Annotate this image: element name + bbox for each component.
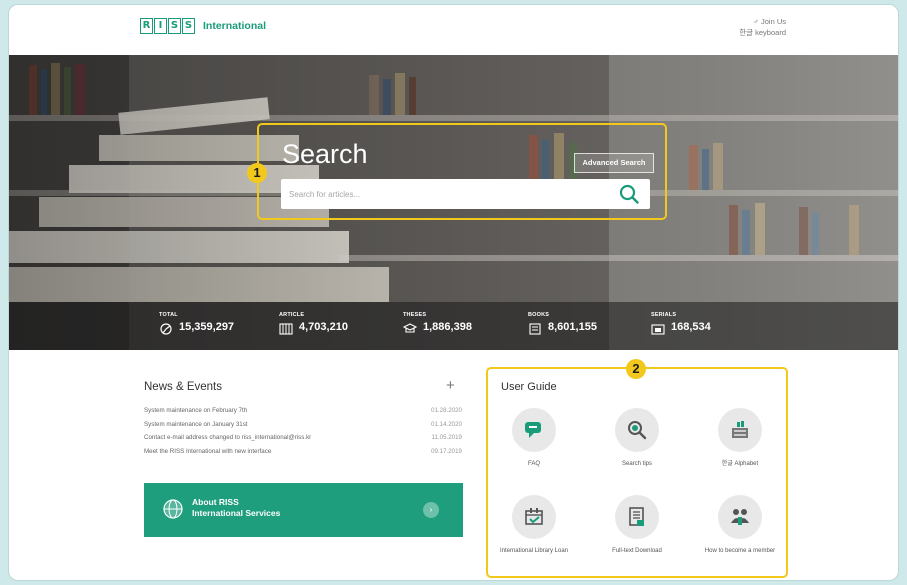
search-button[interactable] [618, 183, 640, 205]
alphabet-icon [732, 421, 748, 438]
about-riss-banner[interactable]: About RISS International Services › [144, 483, 463, 537]
news-item[interactable]: Meet the RISS International with new int… [144, 448, 462, 462]
about-text: About RISS International Services [192, 497, 280, 519]
guide-item-library-loan[interactable]: International Library Loan [489, 495, 579, 555]
keyboard-link[interactable]: 한글 keyboard [739, 27, 786, 38]
guide-label: Full-text Download [612, 548, 662, 554]
top-links: ♂ Join Us 한글 keyboard [739, 16, 786, 38]
join-us-link[interactable]: ♂ Join Us [739, 16, 786, 27]
riss-logo[interactable]: R I S S International [140, 18, 266, 34]
news-item-date: 01.28.2020 [431, 407, 462, 414]
stat-label: SERIALS [651, 312, 677, 318]
stat-value: 8,601,155 [548, 321, 597, 333]
arrow-right-icon[interactable]: › [423, 502, 439, 518]
stat-value: 15,359,297 [179, 321, 235, 333]
page-frame: R I S S International ♂ Join Us 한글 keybo… [8, 4, 899, 581]
stat-value: 168,534 [671, 321, 711, 333]
about-line-1: About RISS [192, 497, 239, 507]
guide-label: Search tips [621, 461, 652, 467]
logo-letter: S [182, 18, 195, 34]
globe-icon [163, 499, 183, 519]
guide-icon-circle [615, 408, 659, 452]
article-icon [279, 323, 293, 335]
guide-title: User Guide [501, 381, 557, 393]
news-more-button[interactable]: + [446, 377, 455, 394]
guide-label: How to become a member [704, 548, 776, 554]
logo-letter: R [140, 18, 153, 34]
annotation-badge-2: 2 [626, 359, 646, 379]
annotation-badge-1: 1 [247, 163, 267, 183]
news-title: News & Events [144, 381, 222, 393]
logo-letter: I [154, 18, 167, 34]
collection-stats: TOTAL 15,359,297 ARTICLE 4,703,210 THESE… [9, 307, 898, 347]
stat-label: BOOKS [528, 312, 550, 318]
stat-value: 4,703,210 [299, 321, 348, 333]
guide-icon-circle [718, 408, 762, 452]
theses-icon [403, 323, 417, 333]
stat-label: ARTICLE [279, 312, 305, 318]
library-loan-icon [525, 508, 543, 525]
search-box [281, 179, 650, 209]
guide-icon-circle [718, 495, 762, 539]
about-line-2: International Services [192, 508, 281, 518]
search-input[interactable] [289, 185, 609, 203]
search-tips-icon [628, 421, 647, 440]
logo-text: International [203, 20, 267, 32]
guide-label: 한글 Alphabet [721, 461, 759, 467]
guide-label: FAQ [527, 461, 540, 467]
total-icon [160, 323, 172, 335]
stat-label: TOTAL [159, 312, 178, 318]
news-item-date: 11.05.2019 [431, 434, 462, 441]
guide-icon-circle [512, 408, 556, 452]
news-item-date: 01.14.2020 [431, 420, 462, 428]
guide-label: International Library Loan [499, 548, 569, 554]
guide-item-download[interactable]: Full-text Download [592, 495, 682, 555]
advanced-search-button[interactable]: Advanced Search [574, 153, 654, 173]
faq-icon [525, 422, 541, 438]
guide-icon-circle [512, 495, 556, 539]
member-icon [731, 509, 749, 525]
logo-mark: R I S S [140, 18, 196, 34]
news-item[interactable]: System maintenance on January 31st 01.14… [144, 421, 462, 435]
guide-icon-circle [615, 495, 659, 539]
logo-letter: S [168, 18, 181, 34]
guide-item-member[interactable]: How to become a member [695, 495, 785, 555]
serials-icon [651, 324, 665, 335]
guide-item-alphabet[interactable]: 한글 Alphabet [695, 408, 785, 468]
top-bar: R I S S International ♂ Join Us 한글 keybo… [9, 5, 898, 55]
guide-item-search-tips[interactable]: Search tips [592, 408, 682, 468]
download-icon [629, 507, 644, 526]
search-icon [619, 184, 639, 204]
news-item-text: Meet the RISS International with new int… [144, 447, 272, 455]
news-item-date: 09.17.2019 [431, 447, 462, 455]
news-item[interactable]: System maintenance on February 7th 01.28… [144, 407, 462, 421]
search-title: Search [282, 139, 368, 169]
news-item-text: Contact e-mail address changed to riss_i… [144, 434, 312, 441]
books-icon [529, 323, 541, 335]
news-list: System maintenance on February 7th 01.28… [144, 407, 462, 461]
guide-item-faq[interactable]: FAQ [489, 408, 579, 468]
stat-value: 1,886,398 [423, 321, 472, 333]
news-item-text: System maintenance on February 7th [144, 407, 248, 414]
stat-label: THESES [403, 312, 427, 318]
news-item[interactable]: Contact e-mail address changed to riss_i… [144, 434, 462, 448]
news-item-text: System maintenance on January 31st [144, 420, 248, 428]
